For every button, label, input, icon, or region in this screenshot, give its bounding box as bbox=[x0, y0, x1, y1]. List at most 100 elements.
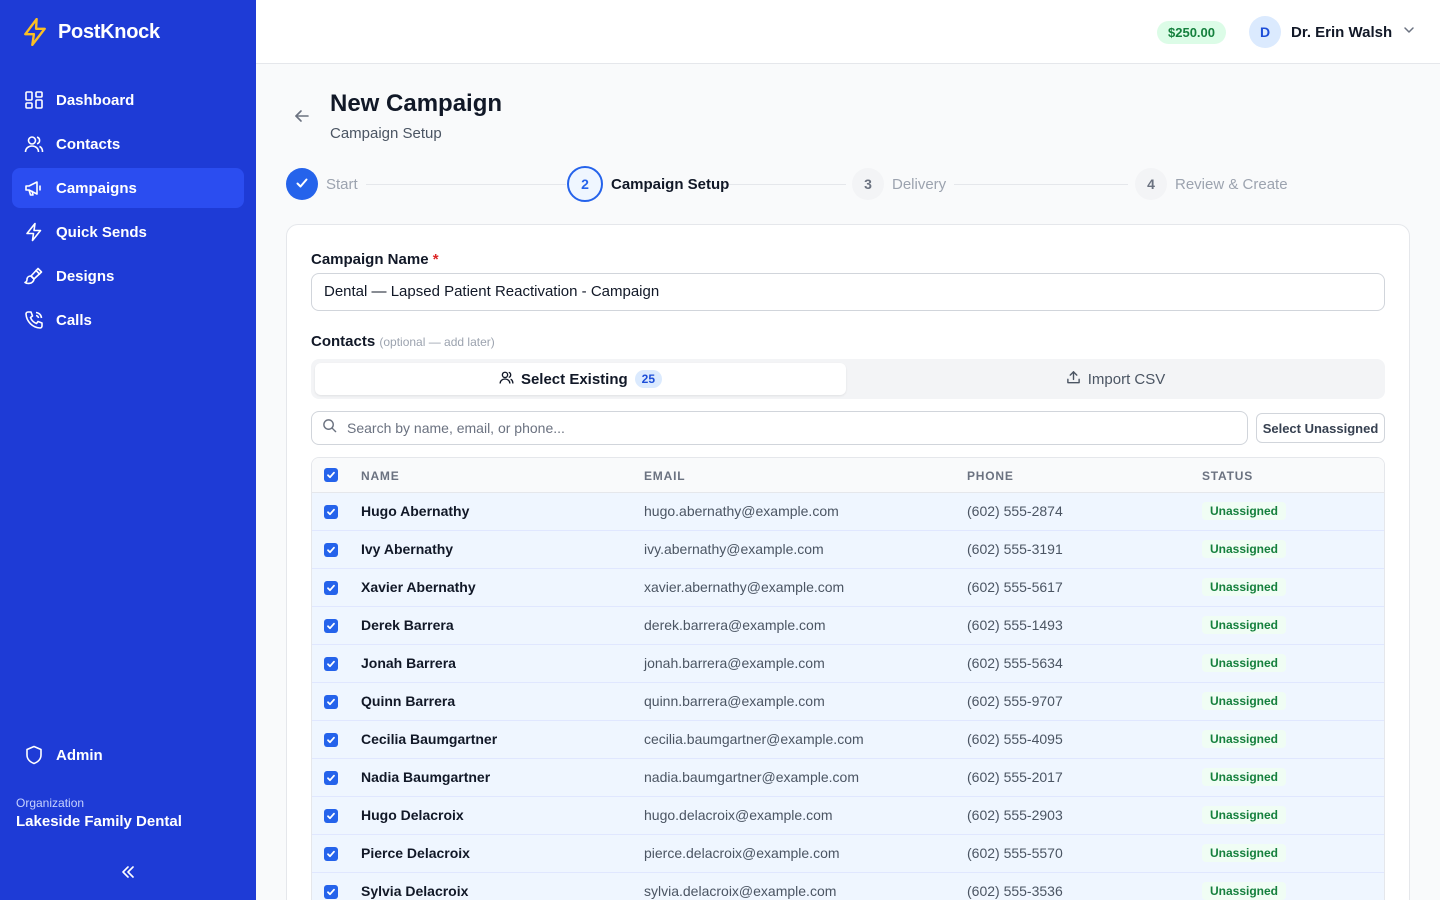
chevron-down-icon bbox=[1402, 23, 1416, 42]
row-checkbox[interactable] bbox=[324, 809, 338, 823]
tab-select-existing[interactable]: Select Existing 25 bbox=[315, 363, 846, 395]
contact-name: Cecilia Baumgartner bbox=[361, 731, 498, 747]
sidebar-item-calls[interactable]: Calls bbox=[12, 300, 244, 340]
arrow-left-icon bbox=[293, 107, 311, 130]
contact-email: hugo.delacroix@example.com bbox=[644, 807, 833, 823]
table-row[interactable]: Ivy Abernathy ivy.abernathy@example.com (6… bbox=[312, 531, 1384, 569]
table-row[interactable]: Nadia Baumgartner nadia.baumgartner@examp… bbox=[312, 759, 1384, 797]
lightning-icon bbox=[24, 222, 44, 242]
table-row[interactable]: Cecilia Baumgartner cecilia.baumgartner@e… bbox=[312, 721, 1384, 759]
sidebar-item-designs[interactable]: Designs bbox=[12, 256, 244, 296]
user-menu[interactable]: D Dr. Erin Walsh bbox=[1249, 16, 1416, 48]
table-row[interactable]: Jonah Barrera jonah.barrera@example.com (6… bbox=[312, 645, 1384, 683]
tab-label: Import CSV bbox=[1087, 370, 1166, 388]
sidebar-item-contacts[interactable]: Contacts bbox=[12, 124, 244, 164]
column-header-name[interactable]: NAME bbox=[361, 469, 400, 483]
table-row[interactable]: Pierce Delacroix pierce.delacroix@example… bbox=[312, 835, 1384, 873]
column-header-email[interactable]: EMAIL bbox=[644, 469, 685, 483]
row-checkbox[interactable] bbox=[324, 619, 338, 633]
organization-info: Organization Lakeside Family Dental bbox=[16, 796, 182, 830]
row-checkbox[interactable] bbox=[324, 657, 338, 671]
contact-email: jonah.barrera@example.com bbox=[644, 655, 825, 671]
campaign-name-label: Campaign Name * bbox=[311, 251, 439, 268]
sidebar-item-label: Campaigns bbox=[56, 179, 137, 197]
contact-phone: (602) 555-3536 bbox=[967, 883, 1063, 899]
sidebar-item-dashboard[interactable]: Dashboard bbox=[12, 80, 244, 120]
row-checkbox[interactable] bbox=[324, 885, 338, 899]
contact-email: quinn.barrera@example.com bbox=[644, 693, 825, 709]
row-checkbox[interactable] bbox=[324, 695, 338, 709]
table-row[interactable]: Hugo Abernathy hugo.abernathy@example.com… bbox=[312, 493, 1384, 531]
row-checkbox[interactable] bbox=[324, 505, 338, 519]
page-title: New Campaign bbox=[330, 90, 503, 117]
top-bar: $250.00 D Dr. Erin Walsh bbox=[256, 0, 1440, 64]
organization-label: Organization bbox=[16, 796, 85, 810]
contact-name: Hugo Delacroix bbox=[361, 807, 464, 823]
step-connector bbox=[728, 184, 846, 185]
row-checkbox[interactable] bbox=[324, 733, 338, 747]
contact-name: Pierce Delacroix bbox=[361, 845, 470, 861]
balance-badge: $250.00 bbox=[1157, 21, 1226, 44]
campaign-name-input[interactable]: Dental — Lapsed Patient Reactivation - C… bbox=[311, 273, 1385, 311]
back-button[interactable] bbox=[290, 106, 314, 130]
table-row[interactable]: Sylvia Delacroix sylvia.delacroix@example… bbox=[312, 873, 1384, 900]
contact-phone: (602) 555-2874 bbox=[967, 503, 1063, 519]
check-icon bbox=[295, 176, 309, 193]
search-placeholder: Search by name, email, or phone... bbox=[347, 420, 565, 436]
stepper: Start 2 Campaign Setup 3 Delivery 4 Revi… bbox=[286, 166, 1410, 202]
step-start[interactable]: Start bbox=[286, 167, 358, 201]
step-label: Review & Create bbox=[1175, 175, 1288, 193]
step-connector bbox=[366, 184, 566, 185]
status-badge: Unassigned bbox=[1202, 540, 1287, 558]
contact-email: sylvia.delacroix@example.com bbox=[644, 883, 837, 899]
status-badge: Unassigned bbox=[1202, 806, 1287, 824]
column-header-status[interactable]: STATUS bbox=[1202, 469, 1253, 483]
campaign-setup-card: Campaign Name * Dental — Lapsed Patient … bbox=[286, 224, 1410, 900]
step-delivery[interactable]: 3 Delivery bbox=[852, 167, 946, 201]
contact-name: Nadia Baumgartner bbox=[361, 769, 491, 785]
table-body: Hugo Abernathy hugo.abernathy@example.com… bbox=[312, 493, 1384, 900]
contact-search-input[interactable]: Search by name, email, or phone... bbox=[311, 411, 1248, 445]
avatar: D bbox=[1249, 16, 1281, 48]
tab-import-csv[interactable]: Import CSV bbox=[850, 363, 1381, 395]
sidebar-item-label: Admin bbox=[56, 746, 103, 764]
contacts-source-tabs: Select Existing 25 Import CSV bbox=[311, 359, 1385, 399]
sidebar-item-admin[interactable]: Admin bbox=[12, 735, 244, 775]
contact-phone: (602) 555-4095 bbox=[967, 731, 1063, 747]
step-review-create[interactable]: 4 Review & Create bbox=[1135, 167, 1288, 201]
brand-name: PostKnock bbox=[58, 20, 160, 43]
paint-brush-icon bbox=[24, 266, 44, 286]
table-row[interactable]: Quinn Barrera quinn.barrera@example.com (6… bbox=[312, 683, 1384, 721]
row-checkbox[interactable] bbox=[324, 847, 338, 861]
step-campaign-setup[interactable]: 2 Campaign Setup bbox=[567, 166, 729, 202]
status-badge: Unassigned bbox=[1202, 654, 1287, 672]
row-checkbox[interactable] bbox=[324, 581, 338, 595]
status-badge: Unassigned bbox=[1202, 502, 1287, 520]
sidebar-item-quick-sends[interactable]: Quick Sends bbox=[12, 212, 244, 252]
column-header-phone[interactable]: PHONE bbox=[967, 469, 1014, 483]
users-icon bbox=[499, 370, 514, 389]
users-icon bbox=[24, 134, 44, 154]
contact-phone: (602) 555-5570 bbox=[967, 845, 1063, 861]
page-subtitle: Campaign Setup bbox=[330, 125, 442, 142]
search-icon bbox=[322, 418, 337, 438]
row-checkbox[interactable] bbox=[324, 771, 338, 785]
contact-email: derek.barrera@example.com bbox=[644, 617, 826, 633]
contact-email: nadia.baumgartner@example.com bbox=[644, 769, 859, 785]
row-checkbox[interactable] bbox=[324, 543, 338, 557]
status-badge: Unassigned bbox=[1202, 692, 1287, 710]
table-row[interactable]: Hugo Delacroix hugo.delacroix@example.com… bbox=[312, 797, 1384, 835]
select-unassigned-button[interactable]: Select Unassigned bbox=[1256, 413, 1385, 443]
select-all-checkbox[interactable] bbox=[324, 468, 338, 482]
contact-name: Derek Barrera bbox=[361, 617, 454, 633]
table-row[interactable]: Xavier Abernathy xavier.abernathy@example… bbox=[312, 569, 1384, 607]
step-label: Delivery bbox=[892, 175, 947, 193]
collapse-sidebar-button[interactable] bbox=[112, 862, 144, 886]
dashboard-icon bbox=[24, 90, 44, 110]
brand[interactable]: PostKnock bbox=[22, 18, 160, 46]
sidebar-item-campaigns[interactable]: Campaigns bbox=[12, 168, 244, 208]
table-row[interactable]: Derek Barrera derek.barrera@example.com (6… bbox=[312, 607, 1384, 645]
sidebar: PostKnock Dashboard Contacts Campaigns Q… bbox=[0, 0, 256, 900]
status-badge: Unassigned bbox=[1202, 882, 1287, 900]
step-number: 2 bbox=[567, 166, 603, 202]
